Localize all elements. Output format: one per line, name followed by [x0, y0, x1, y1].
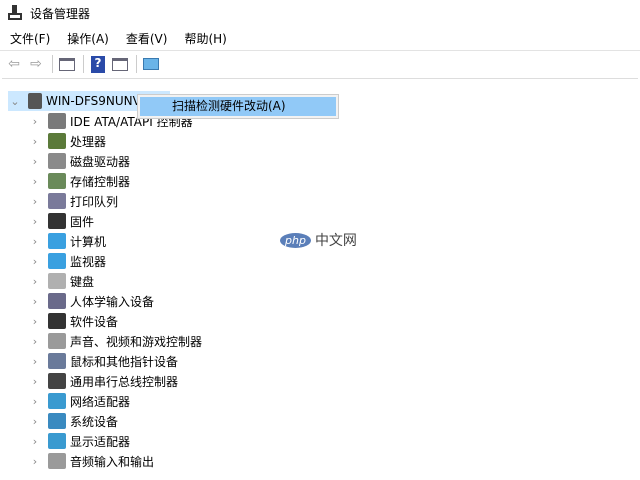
- chevron-right-icon[interactable]: ›: [28, 435, 42, 448]
- tree-item-label: 通用串行总线控制器: [70, 374, 179, 389]
- usb-icon: [48, 373, 66, 389]
- keyboard-icon: [48, 273, 66, 289]
- tree-item-label: 固件: [70, 214, 95, 229]
- tree-item-label: 鼠标和其他指针设备: [70, 354, 179, 369]
- chevron-right-icon[interactable]: ›: [28, 415, 42, 428]
- tree-item[interactable]: › 音频输入和输出: [28, 451, 154, 471]
- chevron-right-icon[interactable]: ›: [28, 375, 42, 388]
- chevron-right-icon[interactable]: ›: [28, 315, 42, 328]
- chevron-right-icon[interactable]: ›: [28, 115, 42, 128]
- tree-item-label: 系统设备: [70, 414, 119, 429]
- chevron-right-icon[interactable]: ›: [28, 455, 42, 468]
- tree-item[interactable]: › 声音、视频和游戏控制器: [28, 331, 202, 351]
- toolbar-separator: [136, 55, 137, 73]
- speaker-icon: [48, 333, 66, 349]
- computer-icon: [48, 233, 66, 249]
- tree-item[interactable]: › 显示适配器: [28, 431, 130, 451]
- menu-help[interactable]: 帮助(H): [174, 28, 233, 48]
- display-adapter-icon: [48, 433, 66, 449]
- chevron-down-icon[interactable]: ⌄: [8, 95, 22, 108]
- chevron-right-icon[interactable]: ›: [28, 355, 42, 368]
- watermark-text: 中文网: [314, 233, 357, 249]
- chevron-right-icon[interactable]: ›: [28, 215, 42, 228]
- mouse-icon: [48, 353, 66, 369]
- watermark: php 中文网: [280, 230, 357, 250]
- tree-item[interactable]: › 存储控制器: [28, 171, 130, 191]
- chevron-right-icon[interactable]: ›: [28, 395, 42, 408]
- tree-item-label: 显示适配器: [70, 434, 131, 449]
- tree-item[interactable]: › 打印队列: [28, 191, 118, 211]
- tree-item-label: 人体学输入设备: [70, 294, 155, 309]
- ide-controller-icon: [48, 113, 66, 129]
- storage-controller-icon: [48, 173, 66, 189]
- disk-drive-icon: [48, 153, 66, 169]
- chevron-right-icon[interactable]: ›: [28, 235, 42, 248]
- tree-item[interactable]: › 计算机: [28, 231, 106, 251]
- tree-item[interactable]: › 磁盘驱动器: [28, 151, 130, 171]
- tree-item[interactable]: › 网络适配器: [28, 391, 130, 411]
- chevron-right-icon[interactable]: ›: [28, 195, 42, 208]
- tree-item-label: 存储控制器: [70, 174, 131, 189]
- tree-item[interactable]: › 通用串行总线控制器: [28, 371, 178, 391]
- tree-item-label: 处理器: [70, 134, 107, 149]
- chevron-right-icon[interactable]: ›: [28, 255, 42, 268]
- toolbar: ⇦ ⇨ ?: [0, 52, 163, 76]
- tree-item[interactable]: › 固件: [28, 211, 94, 231]
- tree-item-label: 音频输入和输出: [70, 454, 155, 469]
- tree-item-label: 声音、视频和游戏控制器: [70, 334, 203, 349]
- chevron-right-icon[interactable]: ›: [28, 335, 42, 348]
- menu-action[interactable]: 操作(A): [57, 28, 116, 48]
- tree-item[interactable]: › 鼠标和其他指针设备: [28, 351, 178, 371]
- context-menu: 扫描检测硬件改动(A): [137, 94, 339, 119]
- chevron-right-icon[interactable]: ›: [28, 155, 42, 168]
- chevron-right-icon[interactable]: ›: [28, 175, 42, 188]
- tree-item[interactable]: › 人体学输入设备: [28, 291, 154, 311]
- chevron-right-icon[interactable]: ›: [28, 275, 42, 288]
- tree-item-label: 打印队列: [70, 194, 119, 209]
- menu-view[interactable]: 查看(V): [116, 28, 175, 48]
- audio-io-icon: [48, 453, 66, 469]
- tree-item-label: 软件设备: [70, 314, 119, 329]
- software-device-icon: [48, 313, 66, 329]
- system-device-icon: [48, 413, 66, 429]
- menu-item-scan-hardware[interactable]: 扫描检测硬件改动(A): [140, 97, 336, 116]
- forward-arrow-icon[interactable]: ⇨: [26, 55, 46, 73]
- device-tree: ⌄ WIN-DFS9NUNV69K › IDE ATA/ATAPI 控制器 › 处理器…: [2, 78, 638, 478]
- tree-item[interactable]: › 监视器: [28, 251, 106, 271]
- action-pane-icon[interactable]: [110, 55, 130, 73]
- watermark-logo: php: [280, 232, 311, 248]
- tree-item-label: 网络适配器: [70, 394, 131, 409]
- printer-icon: [48, 193, 66, 209]
- computer-root-icon: [28, 93, 42, 109]
- chevron-right-icon[interactable]: ›: [28, 135, 42, 148]
- toolbar-separator: [52, 55, 53, 73]
- scan-hardware-icon[interactable]: [141, 55, 161, 73]
- divider: [0, 50, 640, 51]
- tree-item[interactable]: › 处理器: [28, 131, 106, 151]
- back-arrow-icon[interactable]: ⇦: [4, 55, 24, 73]
- tree-item[interactable]: › 系统设备: [28, 411, 118, 431]
- title-bar: 设备管理器: [0, 0, 640, 26]
- help-icon[interactable]: ?: [88, 55, 108, 73]
- tree-item[interactable]: › 软件设备: [28, 311, 118, 331]
- tree-item[interactable]: › 键盘: [28, 271, 94, 291]
- window-title: 设备管理器: [30, 6, 91, 21]
- chevron-right-icon[interactable]: ›: [28, 295, 42, 308]
- device-manager-icon: [8, 5, 22, 21]
- processor-icon: [48, 133, 66, 149]
- network-adapter-icon: [48, 393, 66, 409]
- menu-file[interactable]: 文件(F): [0, 28, 57, 48]
- tree-item-label: 计算机: [70, 234, 107, 249]
- show-hide-console-tree-icon[interactable]: [57, 55, 77, 73]
- toolbar-separator: [83, 55, 84, 73]
- firmware-icon: [48, 213, 66, 229]
- hid-icon: [48, 293, 66, 309]
- monitor-icon: [48, 253, 66, 269]
- tree-item-label: 磁盘驱动器: [70, 154, 131, 169]
- tree-item-label: 监视器: [70, 254, 107, 269]
- menu-bar: 文件(F) 操作(A) 查看(V) 帮助(H): [0, 28, 234, 48]
- tree-item-label: 键盘: [70, 274, 95, 289]
